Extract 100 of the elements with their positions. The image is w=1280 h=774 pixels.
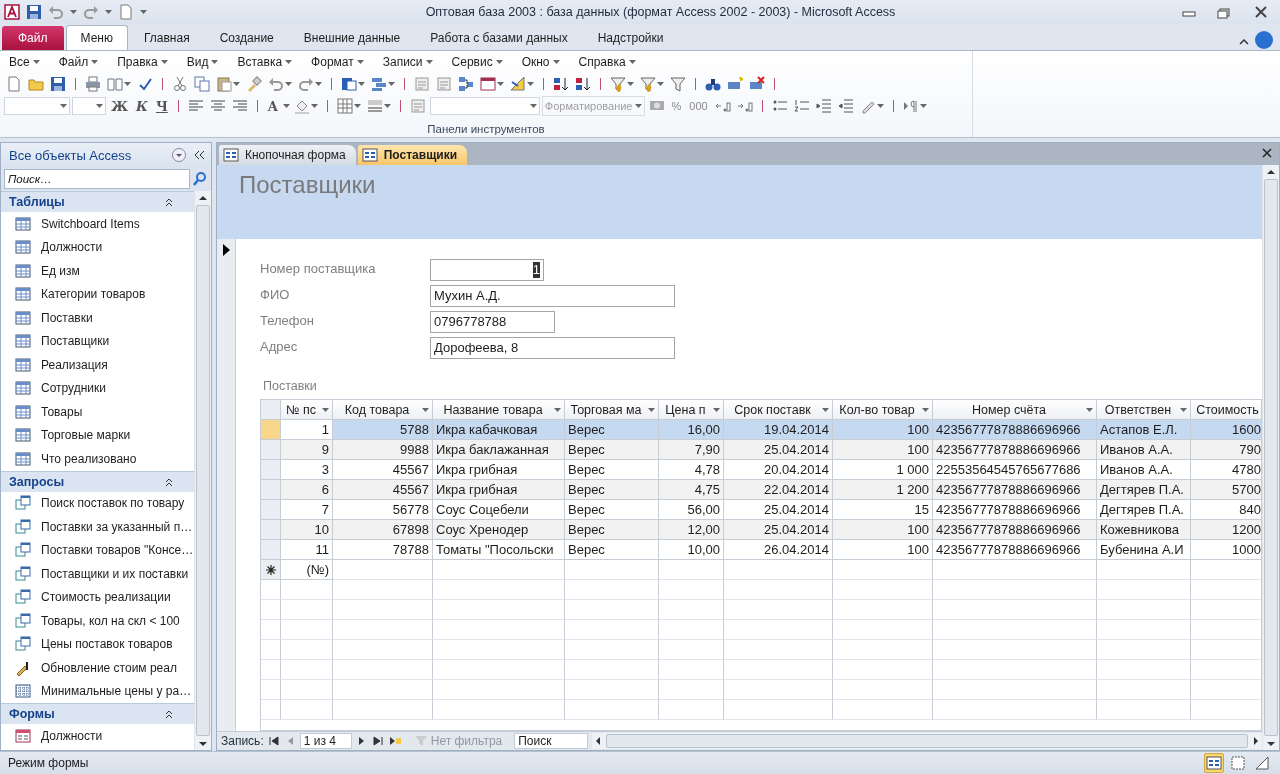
nav-item[interactable]: Поставки за указанный п… [1,515,194,539]
column-header[interactable]: Ответствен [1097,400,1191,420]
column-header[interactable]: Торговая ма [565,400,659,420]
column-header[interactable]: Номер счёта [933,400,1097,420]
nav-item[interactable]: Товары [1,400,194,424]
group-header[interactable]: Запросы [1,470,194,492]
nav-item[interactable]: Обновление стоим реал [1,656,194,680]
input-field[interactable]: 1 [430,259,544,281]
column-header[interactable]: Название товара [433,400,565,420]
nav-item[interactable]: Товары, кол на скл < 100 [1,609,194,633]
group-header[interactable]: Таблицы [1,191,194,212]
menu-item[interactable]: Окно [516,55,565,69]
vertical-scrollbar[interactable] [1262,165,1279,750]
italic-button[interactable]: К [133,98,151,114]
menu-item[interactable]: Вставка [232,55,298,69]
menu-item[interactable]: Файл [53,55,104,69]
nav-item[interactable]: Реализация [1,353,194,377]
menu-item[interactable]: Записи [377,55,438,69]
undo-icon[interactable] [48,4,64,20]
search-field[interactable]: Поиск [514,733,589,749]
menu-item[interactable]: Справка [573,55,641,69]
last-record-icon[interactable] [371,735,384,747]
redo-icon[interactable] [83,4,99,20]
properties-button[interactable] [434,74,454,94]
copy-button[interactable] [192,74,212,94]
column-header[interactable]: Кол-во товар [833,400,933,420]
nav-item[interactable]: Минимальные цены у ра… [1,679,194,703]
input-field[interactable]: 0796778788 [430,311,555,333]
record-position-field[interactable]: 1 из 4 [299,733,352,749]
menu-item[interactable]: Все [4,55,45,69]
collapse-icon[interactable] [164,196,174,208]
nav-item[interactable]: Категории товаров [1,282,194,306]
nav-item[interactable]: Торговые марки [1,423,194,447]
nav-item[interactable]: Что реализовано [1,447,194,471]
column-header[interactable]: Код товара [333,400,433,420]
nav-item[interactable]: Сотрудники [1,376,194,400]
ribbon-tab[interactable]: Меню [65,25,128,50]
document-tab[interactable]: Кнопочная форма [219,145,356,165]
horizontal-scrollbar[interactable] [592,733,1262,749]
ruler-button[interactable] [508,74,536,94]
nav-item[interactable]: Ед изм [1,259,194,283]
properties-button[interactable] [412,74,432,94]
nav-item[interactable]: Поиск поставок по товару [1,491,194,515]
new-record-icon[interactable] [387,735,402,747]
ribbon-tab[interactable]: Создание [205,26,288,50]
table-cell: Верес [565,480,659,500]
document-icon[interactable] [118,4,134,20]
nav-item[interactable]: Поставщики [1,329,194,353]
column-header[interactable]: № пс [281,400,333,420]
first-record-icon[interactable] [267,735,280,747]
nav-item[interactable]: Должности [1,235,194,259]
font-size-combo[interactable] [72,97,106,115]
printer-button[interactable] [83,74,103,94]
view-button[interactable] [1204,753,1224,773]
search-field[interactable]: Поиск… [4,169,190,189]
input-field[interactable]: Дорофеева, 8 [430,337,675,359]
input-field[interactable]: Мухин А.Д. [430,285,675,307]
ribbon-tab[interactable]: Файл [2,26,64,50]
nav-item[interactable]: Switchboard Items [1,212,194,236]
nav-item[interactable]: Поставки [1,306,194,330]
font-color-button[interactable]: A [264,98,281,114]
menu-item[interactable]: Правка [112,55,173,69]
underline-button[interactable]: Ч [152,98,171,114]
column-header[interactable]: Цена п [659,400,724,420]
window-button[interactable] [478,74,506,94]
nav-item[interactable]: Должности [1,724,194,748]
dropdown-icon[interactable] [171,147,187,163]
vertical-scrollbar[interactable] [194,191,211,750]
save-icon[interactable] [26,4,42,20]
close-icon[interactable] [1261,147,1273,159]
filter-bolt-button[interactable] [608,74,636,94]
ribbon-tab[interactable]: Работа с базами данных [416,26,582,50]
collapse-icon[interactable] [164,708,174,720]
search-icon[interactable] [192,171,208,187]
menu-item[interactable]: Формат [306,55,369,69]
indent-button[interactable] [813,96,834,116]
save-button[interactable] [48,74,68,94]
ribbon-tab[interactable]: Внешние данные [289,26,415,50]
relationships-button[interactable] [456,74,476,94]
menu-item[interactable]: Сервис [446,55,508,69]
nav-item[interactable]: Поставщики и их поставки [1,562,194,586]
ribbon-tab[interactable]: Главная [129,26,204,50]
app-logo-icon [4,4,20,20]
nav-item[interactable]: Поставки товаров "Консе… [1,538,194,562]
delete-record-icon [749,76,765,92]
grid-button[interactable] [334,96,363,116]
filter-bolt-button[interactable] [638,74,666,94]
filter-button[interactable] [668,74,688,94]
group-header[interactable]: Формы [1,703,194,724]
thousands-button[interactable]: 000 [686,100,711,112]
column-header[interactable]: Срок поставк [724,400,833,420]
clipboard-button[interactable] [214,74,242,94]
document-tab[interactable]: Поставщики [357,145,468,165]
menu-item[interactable]: Вид [181,55,224,69]
nav-item[interactable]: Цены поставок товаров [1,632,194,656]
percent-button[interactable]: % [668,100,685,112]
bold-button[interactable]: Ж [108,98,132,114]
ribbon-tab[interactable]: Надстройки [583,26,678,50]
row-selector[interactable] [261,560,281,580]
nav-item[interactable]: Стоимость реализации [1,585,194,609]
